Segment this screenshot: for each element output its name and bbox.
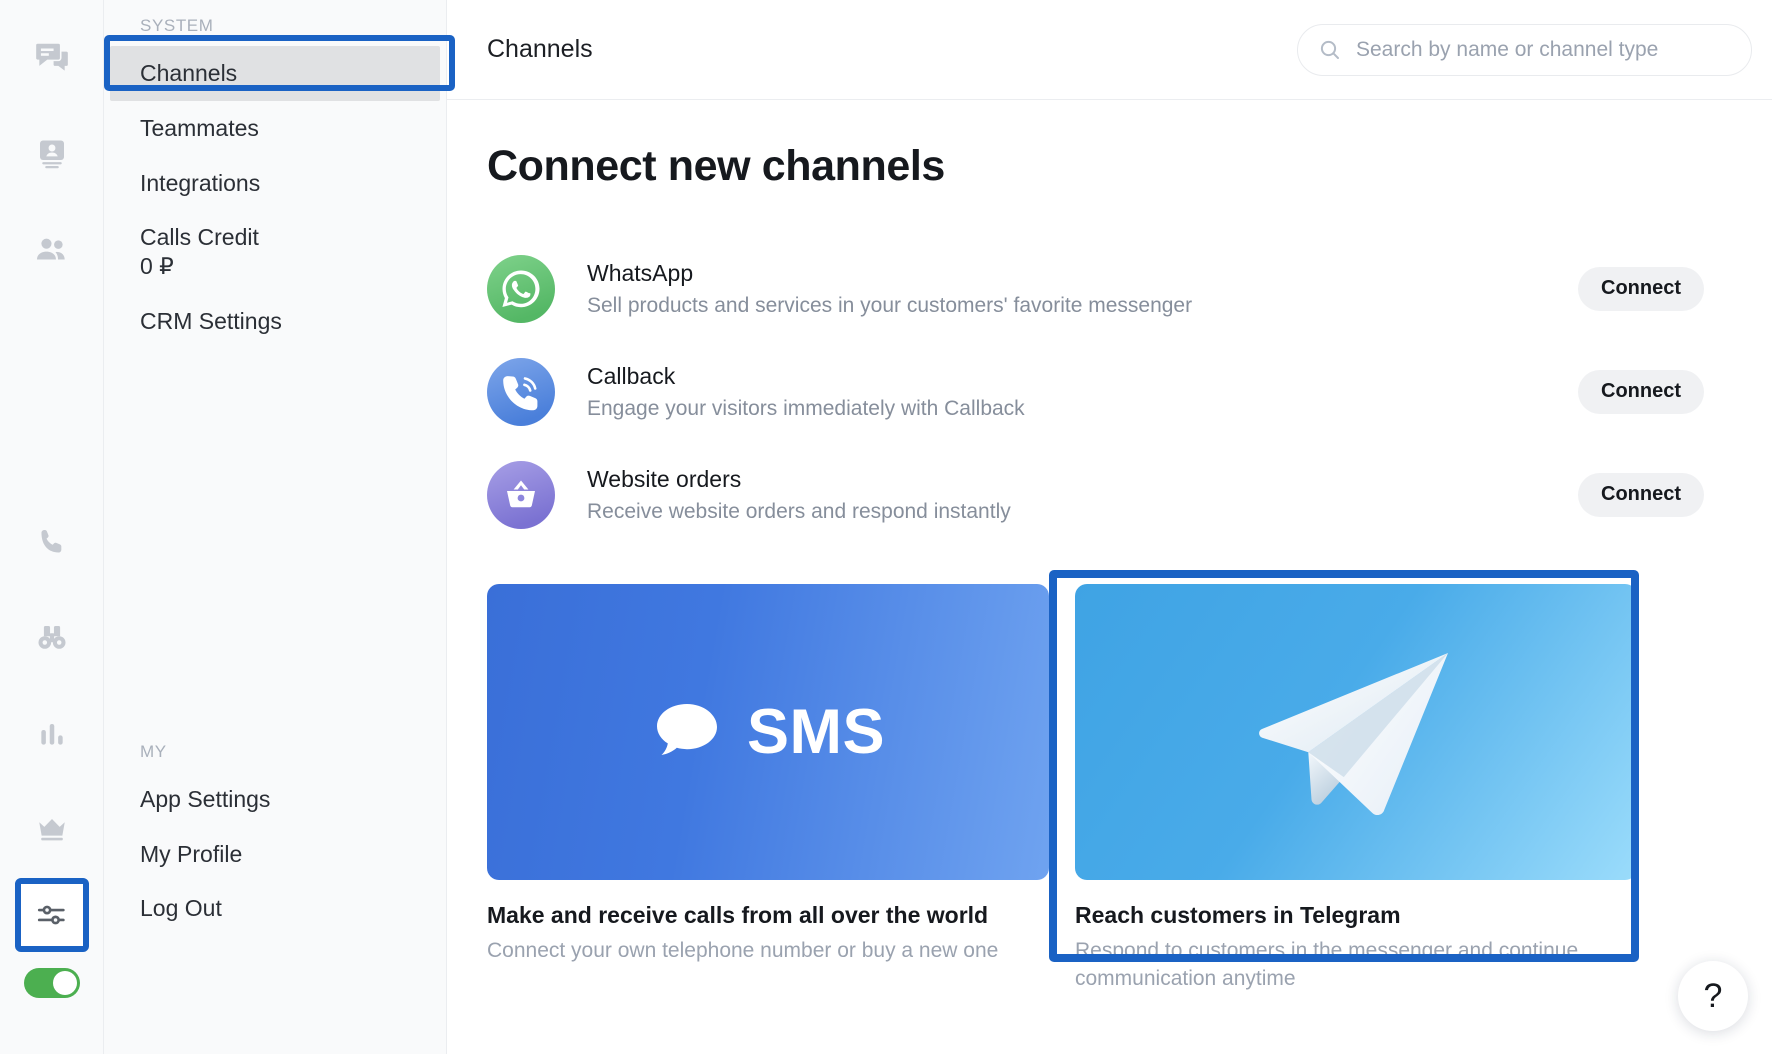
settings-nav-column: SYSTEM Channels Teammates Integrations C… bbox=[104, 0, 447, 1054]
people-icon[interactable] bbox=[0, 202, 104, 298]
promo-card-subtitle: Connect your own telephone number or buy… bbox=[487, 939, 999, 962]
help-button[interactable]: ? bbox=[1678, 961, 1748, 1031]
nav-my-group: MY App Settings My Profile Log Out bbox=[104, 734, 446, 936]
channel-row-whatsapp: WhatsApp Sell products and services in y… bbox=[487, 237, 1732, 340]
channel-description: Engage your visitors immediately with Ca… bbox=[587, 396, 1025, 420]
calls-credit-amount: 0 ₽ bbox=[140, 253, 174, 279]
sidebar-item-crm-settings[interactable]: CRM Settings bbox=[104, 294, 446, 349]
channel-name: WhatsApp bbox=[587, 259, 694, 286]
phone-icon[interactable] bbox=[0, 494, 104, 590]
page-heading: Connect new channels bbox=[487, 142, 945, 190]
sms-lockup: SMS bbox=[651, 696, 885, 768]
sidebar-item-label: App Settings bbox=[140, 785, 271, 812]
content-area: Connect new channels WhatsApp Sell produ… bbox=[447, 100, 1772, 993]
sms-banner-label: SMS bbox=[746, 697, 886, 767]
app-window: SYSTEM Channels Teammates Integrations C… bbox=[0, 0, 1772, 1054]
channel-name: Website orders bbox=[587, 465, 742, 492]
sidebar-item-label: Calls Credit bbox=[140, 224, 259, 251]
telegram-banner bbox=[1075, 584, 1637, 880]
channel-description: Sell products and services in your custo… bbox=[587, 293, 1193, 317]
channel-name: Callback bbox=[587, 362, 676, 389]
promo-card-title: Make and receive calls from all over the… bbox=[487, 902, 989, 928]
top-bar: Channels bbox=[447, 0, 1772, 100]
channel-row-website-orders: Website orders Receive website orders an… bbox=[487, 443, 1732, 546]
channel-row-callback: Callback Engage your visitors immediatel… bbox=[487, 340, 1732, 443]
whatsapp-icon bbox=[487, 254, 555, 323]
settings-sliders-icon[interactable] bbox=[14, 878, 89, 952]
online-status-toggle[interactable] bbox=[23, 968, 80, 998]
sms-banner: SMS bbox=[487, 584, 1049, 880]
crown-icon[interactable] bbox=[0, 782, 104, 878]
connect-button-whatsapp[interactable]: Connect bbox=[1578, 266, 1704, 311]
channel-list: WhatsApp Sell products and services in y… bbox=[487, 237, 1732, 546]
channel-text: Website orders Receive website orders an… bbox=[587, 466, 1578, 524]
telegram-plane-icon bbox=[1259, 653, 1448, 816]
sidebar-item-channels[interactable]: Channels bbox=[110, 46, 440, 101]
search-icon bbox=[1320, 40, 1339, 59]
search-box[interactable] bbox=[1297, 23, 1752, 76]
bar-chart-icon[interactable] bbox=[0, 686, 104, 782]
shopping-basket-icon bbox=[487, 460, 555, 529]
channel-description: Receive website orders and respond insta… bbox=[587, 499, 1011, 523]
page-title: Channels bbox=[487, 35, 593, 63]
sidebar-item-my-profile[interactable]: My Profile bbox=[104, 827, 446, 882]
sidebar-item-label: Channels bbox=[140, 60, 238, 86]
speech-bubble-icon bbox=[656, 704, 717, 755]
connect-button-website-orders[interactable]: Connect bbox=[1578, 472, 1704, 517]
sidebar-item-log-out[interactable]: Log Out bbox=[104, 881, 446, 936]
promo-card-title: Reach customers in Telegram bbox=[1075, 902, 1401, 928]
channel-text: Callback Engage your visitors immediatel… bbox=[587, 363, 1578, 421]
sidebar-item-label: My Profile bbox=[140, 840, 243, 867]
chats-icon[interactable] bbox=[0, 10, 104, 106]
rail-top-group bbox=[0, 0, 104, 298]
nav-section-my-label: MY bbox=[140, 741, 167, 761]
promo-card-sms[interactable]: SMS Make and receive calls from all over… bbox=[487, 584, 1049, 992]
sidebar-item-teammates[interactable]: Teammates bbox=[104, 101, 446, 156]
search-wrapper bbox=[1297, 23, 1752, 76]
sidebar-item-label: CRM Settings bbox=[140, 307, 282, 334]
sidebar-item-integrations[interactable]: Integrations bbox=[104, 156, 446, 211]
rail-mid-group bbox=[0, 494, 104, 878]
promo-card-telegram[interactable]: Reach customers in Telegram Respond to c… bbox=[1075, 584, 1637, 993]
main-content: Channels Connect new channels bbox=[447, 0, 1772, 1054]
sidebar-item-label: Integrations bbox=[140, 169, 261, 196]
sidebar-item-calls-credit[interactable]: Calls Credit 0 ₽ bbox=[104, 210, 446, 294]
promo-card-list: SMS Make and receive calls from all over… bbox=[487, 570, 1732, 993]
contact-card-icon[interactable] bbox=[0, 106, 104, 202]
icon-rail bbox=[0, 0, 104, 1054]
promo-card-subtitle: Respond to customers in the messenger an… bbox=[1075, 939, 1579, 990]
nav-section-system-label: SYSTEM bbox=[140, 16, 214, 35]
sidebar-item-label: Teammates bbox=[140, 114, 259, 141]
callback-phone-icon bbox=[487, 357, 555, 426]
sidebar-item-label: Log Out bbox=[140, 895, 222, 922]
binoculars-icon[interactable] bbox=[0, 590, 104, 686]
search-input[interactable] bbox=[1356, 37, 1731, 62]
sidebar-item-app-settings[interactable]: App Settings bbox=[104, 772, 446, 827]
channel-text: WhatsApp Sell products and services in y… bbox=[587, 260, 1578, 318]
connect-button-callback[interactable]: Connect bbox=[1578, 369, 1704, 414]
